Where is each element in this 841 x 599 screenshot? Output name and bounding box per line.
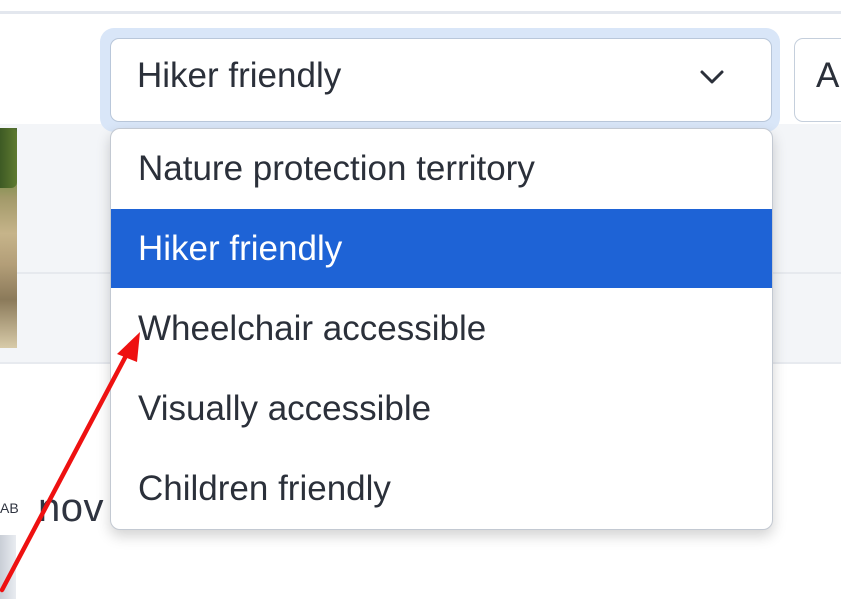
- thumbnail-tree-region: [0, 128, 17, 188]
- category-dropdown-list: Nature protection territory Hiker friend…: [110, 128, 773, 530]
- partial-background-text: nov: [38, 486, 104, 530]
- left-edge-shadow: [0, 535, 16, 599]
- partial-small-text: AB: [0, 500, 19, 516]
- option-visually-accessible[interactable]: Visually accessible: [111, 369, 772, 448]
- next-filter-label: A: [816, 56, 840, 95]
- option-wheelchair-accessible[interactable]: Wheelchair accessible: [111, 289, 772, 368]
- category-select-value: Hiker friendly: [137, 56, 342, 95]
- chevron-down-icon[interactable]: [698, 66, 726, 90]
- option-hiker-friendly[interactable]: Hiker friendly: [111, 209, 772, 288]
- option-nature-protection-territory[interactable]: Nature protection territory: [111, 129, 772, 208]
- screenshot-page: AB nov Hiker friendly A Nature protectio…: [0, 0, 841, 599]
- option-children-friendly[interactable]: Children friendly: [111, 449, 772, 528]
